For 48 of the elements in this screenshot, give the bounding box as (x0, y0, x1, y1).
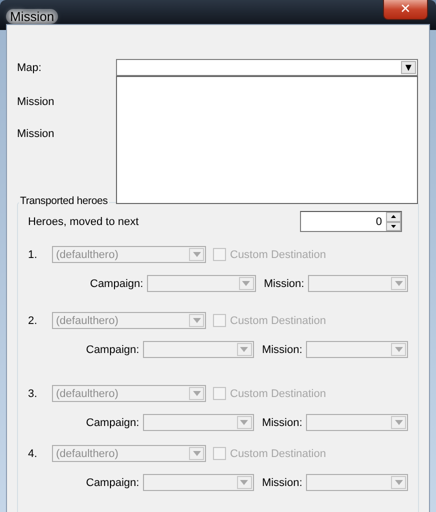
dropdown-arrow-icon (240, 420, 248, 425)
mission-dropdown[interactable] (308, 275, 408, 292)
mission-label: Mission: (264, 278, 304, 290)
close-button[interactable]: ✕ (383, 0, 428, 20)
hero-number: 1. (28, 248, 38, 260)
mission-dropdown[interactable] (306, 414, 408, 431)
mission-label: Mission (17, 128, 56, 140)
down-arrow-icon (391, 224, 396, 228)
campaign-dropdown[interactable] (143, 414, 254, 431)
dropdown-list[interactable] (116, 76, 418, 204)
campaign-dropdown[interactable] (143, 474, 254, 491)
mission-dropdown[interactable] (306, 341, 408, 358)
hero-number: 4. (28, 448, 38, 460)
dropdown-arrow-icon (394, 281, 402, 286)
mission-label: Mission: (262, 476, 302, 488)
mission-label: Mission (17, 96, 56, 108)
map-dropdown[interactable]: ▼ (116, 59, 418, 76)
dropdown-arrow-icon (394, 420, 402, 425)
map-label: Map: (17, 62, 42, 74)
hero-number: 2. (28, 314, 38, 326)
dropdown-arrow-icon (240, 347, 248, 352)
heroes-count-field[interactable]: 0 (300, 211, 402, 232)
campaign-dropdown[interactable] (147, 275, 256, 292)
campaign-label: Campaign: (86, 416, 140, 428)
checkbox-label: Custom Destination (230, 248, 326, 260)
checkbox-label: Custom Destination (230, 388, 326, 400)
dropdown-arrow-icon (394, 480, 402, 485)
campaign-label: Campaign: (90, 278, 144, 290)
heroes-count-label: Heroes, moved to next (28, 216, 139, 228)
dropdown-arrow-icon (240, 480, 248, 485)
campaign-label: Campaign: (86, 344, 140, 356)
mission-label: Mission: (262, 416, 302, 428)
dropdown-arrow-icon (192, 318, 200, 323)
checkbox-label: Custom Destination (230, 448, 326, 460)
mission-label: Mission: (262, 344, 302, 356)
dropdown-arrow-icon (192, 391, 200, 396)
checkbox-label: Custom Destination (230, 314, 326, 326)
dropdown-arrow-icon (192, 451, 200, 456)
dropdown-arrow-icon (242, 281, 250, 286)
hero-number: 3. (28, 388, 38, 400)
mission-dropdown[interactable] (306, 474, 408, 491)
dropdown-arrow-icon (192, 252, 200, 257)
dropdown-arrow-icon (394, 347, 402, 352)
spin-up-button[interactable] (386, 212, 401, 222)
up-arrow-icon (391, 215, 396, 218)
campaign-label: Campaign: (86, 476, 140, 488)
group-title: Transported heroes (19, 195, 109, 207)
campaign-dropdown[interactable] (143, 341, 254, 358)
